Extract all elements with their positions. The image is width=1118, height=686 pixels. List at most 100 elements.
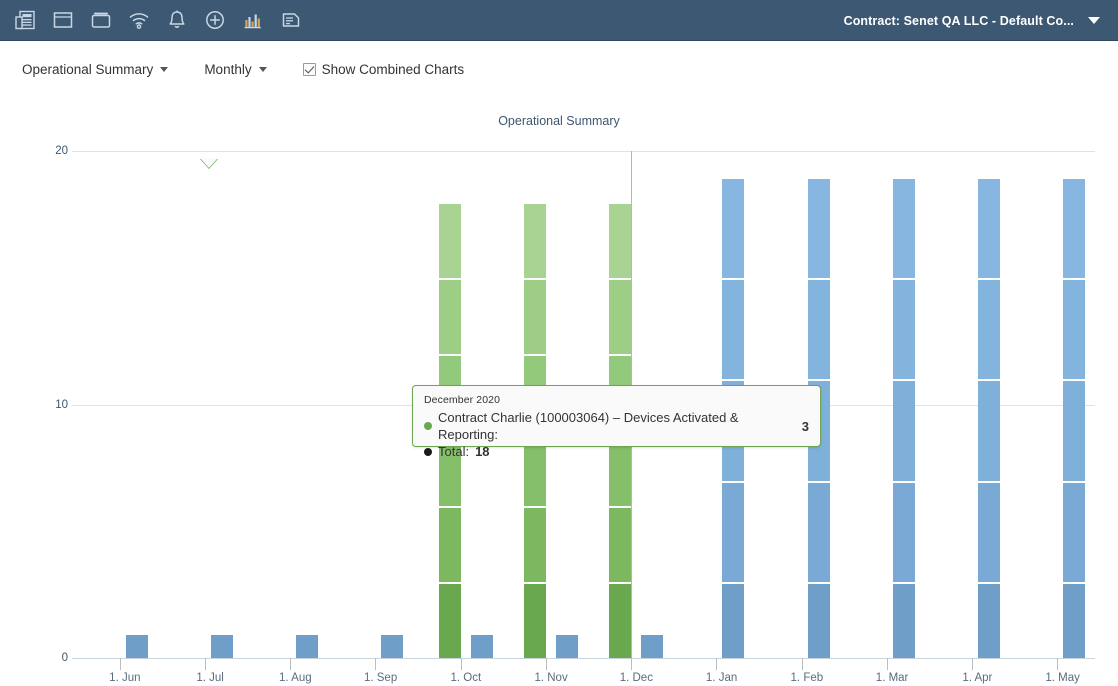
chart-tooltip: December 2020 Contract Charlie (10000306… (412, 385, 821, 459)
x-axis-tick-label: 1. Oct (450, 672, 482, 684)
y-axis-tick-label: 10 (55, 398, 68, 411)
bar-segment (892, 178, 915, 278)
x-axis-tick-label: 1. Sep (363, 672, 398, 684)
bar-blue-Sep[interactable] (381, 151, 404, 658)
bar-chart-icon[interactable] (234, 0, 272, 41)
bar-segment (438, 508, 461, 582)
bar-segment (609, 279, 632, 354)
plus-circle-icon[interactable] (196, 0, 234, 41)
bell-icon[interactable] (158, 0, 196, 41)
x-axis-tick (545, 658, 547, 670)
x-axis-tick-label: 1. Nov (534, 672, 568, 684)
x-axis-tick (886, 658, 888, 670)
x-axis-tick (631, 658, 633, 670)
x-axis-tick (375, 658, 377, 670)
bar-segment (438, 203, 461, 278)
report-type-label: Operational Summary (22, 61, 154, 77)
tooltip-total-label: Total: (438, 444, 470, 459)
bar-segment (892, 381, 915, 481)
tooltip-series-row: Contract Charlie (100003064) – Devices A… (424, 409, 809, 443)
bar-segment (555, 634, 578, 658)
bar-segment (722, 584, 745, 658)
bar-segment (470, 634, 493, 658)
show-combined-charts-label: Show Combined Charts (321, 61, 465, 77)
tooltip-total-value: 18 (475, 444, 490, 459)
bar-segment (523, 203, 546, 278)
nav-icon-group (0, 0, 310, 41)
bar-segment (609, 508, 632, 582)
top-navigation-bar: Contract: Senet QA LLC - Default Co... (0, 0, 1118, 41)
bar-segment (807, 482, 830, 582)
period-dropdown[interactable]: Monthly (204, 61, 267, 77)
reports-icon[interactable] (6, 0, 44, 41)
tooltip-pointer (200, 158, 218, 168)
document-icon[interactable] (272, 0, 310, 41)
tooltip-date: December 2020 (424, 394, 501, 406)
x-axis-tick (290, 658, 292, 670)
bar-segment (641, 634, 664, 658)
window-icon[interactable] (44, 0, 82, 41)
folder-window-icon[interactable] (82, 0, 120, 41)
report-type-dropdown[interactable]: Operational Summary (22, 61, 169, 77)
chart-title: Operational Summary (498, 114, 620, 128)
bar-segment (892, 279, 915, 380)
bar-blue-Apr[interactable] (978, 151, 1001, 658)
bar-segment (296, 634, 319, 658)
bar-segment (978, 584, 1001, 658)
bar-segment (609, 203, 632, 278)
x-axis-tick (972, 658, 974, 670)
gridline (72, 658, 1095, 659)
x-axis-tick (801, 658, 803, 670)
total-color-dot (424, 447, 432, 456)
tooltip-series-label: Contract Charlie (100003064) – Devices A… (438, 410, 739, 442)
bar-segment (1063, 279, 1086, 380)
chart-toolbar: Operational Summary Monthly Show Combine… (0, 41, 1118, 97)
bar-segment (892, 584, 915, 658)
checkbox-checked-icon (302, 62, 316, 76)
x-axis-tick (716, 658, 718, 670)
tooltip-series-value: 3 (801, 418, 809, 434)
series-color-dot (424, 422, 432, 430)
bar-blue-May[interactable] (1063, 151, 1086, 658)
x-axis-tick-label: 1. Jul (196, 672, 224, 684)
x-axis-tick-label: 1. Mar (875, 672, 909, 684)
bar-segment (722, 279, 745, 380)
period-label: Monthly (204, 61, 252, 77)
bar-segment (722, 178, 745, 278)
bar-segment (438, 584, 461, 658)
bar-segment (1063, 178, 1086, 278)
bar-segment (722, 482, 745, 582)
x-axis-tick (1057, 658, 1059, 670)
bar-segment (609, 584, 632, 658)
bar-blue-Jun[interactable] (125, 151, 148, 658)
x-axis-tick (119, 658, 121, 670)
y-axis-tick-label: 20 (55, 145, 68, 157)
bar-segment (807, 584, 830, 658)
bar-blue-Mar[interactable] (892, 151, 915, 658)
x-axis-tick (460, 658, 462, 670)
contract-selector[interactable]: Contract: Senet QA LLC - Default Co... (844, 0, 1110, 41)
bar-blue-Aug[interactable] (296, 151, 319, 658)
show-combined-charts-checkbox[interactable]: Show Combined Charts (302, 61, 465, 77)
x-axis-tick-label: 1. Jan (705, 672, 738, 684)
bar-segment (978, 482, 1001, 582)
operational-summary-chart: Operational Summary 0 10 20 1. Jun 1. Jul 1. … (0, 97, 1118, 686)
x-axis-tick-label: 1. Jun (109, 672, 141, 684)
bar-segment (438, 279, 461, 354)
x-axis-tick-label: 1. Dec (619, 672, 653, 684)
chevron-down-icon (1088, 17, 1100, 24)
bar-segment (978, 178, 1001, 278)
bar-segment (1063, 381, 1086, 481)
bar-blue-Jul[interactable] (210, 151, 233, 658)
bar-segment (892, 482, 915, 582)
tooltip-total-row: Total: 18 (424, 443, 809, 460)
wifi-icon[interactable] (120, 0, 158, 41)
bar-segment (523, 279, 546, 354)
bar-segment (807, 178, 830, 278)
x-axis-tick-label: 1. Apr (962, 672, 993, 684)
x-axis-tick (204, 658, 206, 670)
y-axis-tick-label: 0 (61, 652, 68, 664)
x-axis-tick-label: 1. Aug (279, 672, 312, 684)
bar-segment (1063, 482, 1086, 582)
contract-label: Contract: Senet QA LLC - Default Co... (843, 13, 1074, 28)
